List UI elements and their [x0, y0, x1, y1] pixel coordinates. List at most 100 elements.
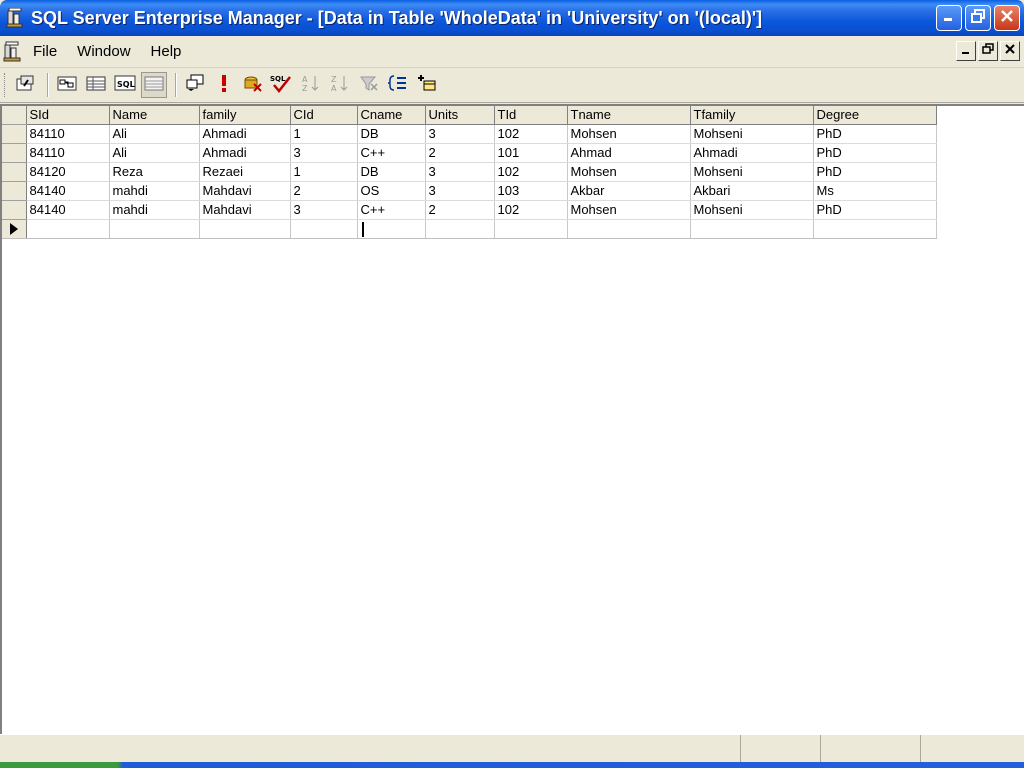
table-cell[interactable]: Ahmadi [199, 124, 291, 144]
cancel-query-button[interactable] [240, 72, 266, 98]
select-all-corner[interactable] [2, 106, 27, 125]
table-cell[interactable]: Akbari [690, 181, 814, 201]
column-header[interactable]: Units [425, 106, 495, 125]
table-cell[interactable]: 2 [425, 200, 495, 220]
table-cell[interactable]: C++ [357, 143, 426, 163]
show-results-pane-button[interactable] [141, 72, 167, 98]
table-cell[interactable]: Akbar [567, 181, 691, 201]
sql-server-icon[interactable] [6, 7, 24, 28]
table-cell[interactable]: Mohsen [567, 124, 691, 144]
table-cell[interactable]: 3 [425, 181, 495, 201]
table-cell[interactable]: Mahdavi [199, 200, 291, 220]
table-cell[interactable]: 102 [494, 200, 568, 220]
table-cell[interactable]: Ahmad [567, 143, 691, 163]
table-cell[interactable]: mahdi [109, 181, 200, 201]
table-cell[interactable]: 103 [494, 181, 568, 201]
use-group-by-button[interactable] [385, 72, 411, 98]
table-cell[interactable]: Reza [109, 162, 200, 182]
document-window-icon[interactable] [3, 41, 23, 63]
table-cell[interactable]: 2 [290, 181, 358, 201]
verify-sql-button[interactable]: SQL [269, 72, 295, 98]
show-diagram-pane-button[interactable] [54, 72, 80, 98]
table-cell[interactable]: 84120 [26, 162, 110, 182]
table-cell[interactable]: Ahmadi [199, 143, 291, 163]
results-grid-pane[interactable]: SId Name family CId Cname Units TId Tnam… [0, 104, 1024, 734]
menu-window[interactable]: Window [75, 43, 140, 60]
column-header[interactable]: SId [26, 106, 110, 125]
minimize-button[interactable] [936, 5, 962, 31]
table-cell[interactable]: Mohsen [567, 200, 691, 220]
table-cell[interactable] [290, 219, 358, 239]
close-button[interactable] [994, 5, 1020, 31]
table-cell[interactable]: 84140 [26, 181, 110, 201]
table-cell[interactable]: Rezaei [199, 162, 291, 182]
table-cell[interactable]: Mohseni [690, 200, 814, 220]
table-cell[interactable]: 1 [290, 162, 358, 182]
table-cell[interactable]: 84110 [26, 124, 110, 144]
table-cell[interactable]: 1 [290, 124, 358, 144]
table-cell[interactable]: Mohseni [690, 162, 814, 182]
remove-filter-button[interactable] [356, 72, 382, 98]
table-cell[interactable]: PhD [813, 143, 937, 163]
table-cell[interactable] [425, 219, 495, 239]
column-header[interactable]: Cname [357, 106, 426, 125]
table-cell[interactable]: Mohseni [690, 124, 814, 144]
column-header[interactable]: TId [494, 106, 568, 125]
change-query-type-button[interactable] [182, 72, 208, 98]
table-cell[interactable]: 102 [494, 162, 568, 182]
table-cell[interactable]: PhD [813, 162, 937, 182]
table-cell[interactable]: 102 [494, 124, 568, 144]
child-restore-button[interactable] [978, 41, 998, 61]
table-cell[interactable] [690, 219, 814, 239]
table-cell[interactable]: Mohsen [567, 162, 691, 182]
table-cell[interactable]: 3 [290, 200, 358, 220]
show-sql-pane-button[interactable]: SQL [112, 72, 138, 98]
table-cell[interactable] [567, 219, 691, 239]
column-header[interactable]: Degree [813, 106, 937, 125]
row-selector[interactable] [2, 143, 27, 163]
show-grid-pane-button[interactable] [83, 72, 109, 98]
sort-descending-button[interactable]: ZA [327, 72, 353, 98]
column-header[interactable]: Tfamily [690, 106, 814, 125]
table-cell[interactable]: 3 [290, 143, 358, 163]
child-close-button[interactable] [1000, 41, 1020, 61]
table-cell[interactable]: 84140 [26, 200, 110, 220]
table-cell[interactable]: DB [357, 162, 426, 182]
menu-file[interactable]: File [31, 43, 67, 60]
column-header[interactable]: family [199, 106, 291, 125]
row-selector[interactable] [2, 162, 27, 182]
row-selector[interactable] [2, 200, 27, 220]
table-cell[interactable]: Ali [109, 124, 200, 144]
table-cell[interactable]: 84110 [26, 143, 110, 163]
table-cell[interactable]: PhD [813, 124, 937, 144]
table-cell[interactable]: PhD [813, 200, 937, 220]
run-button[interactable] [211, 72, 237, 98]
current-row-indicator[interactable] [2, 219, 27, 239]
column-header[interactable]: Tname [567, 106, 691, 125]
table-cell[interactable]: mahdi [109, 200, 200, 220]
row-selector[interactable] [2, 124, 27, 144]
table-cell[interactable]: Ahmadi [690, 143, 814, 163]
table-cell[interactable]: DB [357, 124, 426, 144]
menu-help[interactable]: Help [149, 43, 192, 60]
row-selector[interactable] [2, 181, 27, 201]
table-cell[interactable] [26, 219, 110, 239]
table-cell-editing[interactable] [357, 219, 426, 239]
table-cell[interactable]: C++ [357, 200, 426, 220]
title-bar[interactable]: SQL Server Enterprise Manager - [Data in… [0, 0, 1024, 36]
column-header[interactable]: CId [290, 106, 358, 125]
table-cell[interactable] [199, 219, 291, 239]
table-cell[interactable] [109, 219, 200, 239]
properties-button[interactable] [13, 72, 39, 98]
table-cell[interactable]: Mahdavi [199, 181, 291, 201]
toolbar-grip[interactable] [4, 73, 7, 97]
table-cell[interactable]: 3 [425, 162, 495, 182]
add-table-button[interactable] [414, 72, 440, 98]
table-cell[interactable]: Ali [109, 143, 200, 163]
table-cell[interactable]: 3 [425, 124, 495, 144]
sort-ascending-button[interactable]: AZ [298, 72, 324, 98]
table-cell[interactable] [813, 219, 937, 239]
child-minimize-button[interactable] [956, 41, 976, 61]
table-cell[interactable]: 2 [425, 143, 495, 163]
table-cell[interactable] [494, 219, 568, 239]
